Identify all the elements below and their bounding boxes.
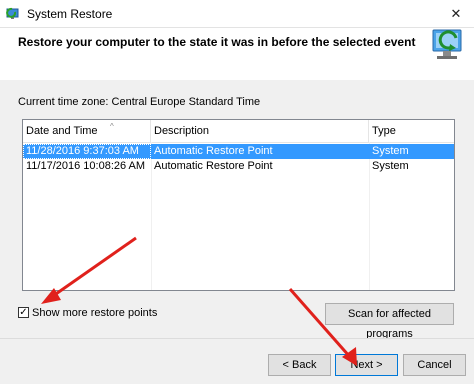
show-more-label[interactable]: Show more restore points xyxy=(32,305,157,321)
system-restore-icon xyxy=(6,7,19,19)
row-type: System xyxy=(372,145,409,157)
scan-affected-programs-button[interactable]: Scan for affected programs xyxy=(325,303,454,340)
row-type: System xyxy=(372,160,409,172)
column-header-type[interactable]: Type xyxy=(369,120,454,142)
restore-points-list[interactable]: Date and Time ^ Description Type 11/28/2… xyxy=(22,119,455,291)
table-row[interactable]: 11/17/2016 10:08:26 AM Automatic Restore… xyxy=(23,159,454,174)
column-header-date-label: Date and Time xyxy=(26,125,98,137)
next-button[interactable]: Next > xyxy=(335,354,398,376)
close-icon[interactable]: ✕ xyxy=(438,0,474,27)
page-heading: Restore your computer to the state it wa… xyxy=(18,35,416,49)
row-description: Automatic Restore Point xyxy=(154,160,273,172)
title-bar: System Restore ✕ xyxy=(0,0,474,28)
column-header-date[interactable]: Date and Time ^ xyxy=(23,120,151,142)
timezone-label: Current time zone: Central Europe Standa… xyxy=(18,96,261,108)
cancel-button[interactable]: Cancel xyxy=(403,354,466,376)
window-title: System Restore xyxy=(27,7,113,21)
sort-up-icon: ^ xyxy=(110,122,114,131)
table-row[interactable]: 11/28/2016 9:37:03 AM Automatic Restore … xyxy=(23,144,454,159)
column-header-description-label: Description xyxy=(154,125,210,137)
row-date: 11/28/2016 9:37:03 AM xyxy=(23,144,151,159)
row-date: 11/17/2016 10:08:26 AM xyxy=(26,160,146,172)
system-restore-large-icon xyxy=(432,29,462,59)
column-header-description[interactable]: Description xyxy=(151,120,369,142)
show-more-checkbox[interactable]: ✓ xyxy=(18,307,29,318)
column-header-type-label: Type xyxy=(372,125,396,137)
list-header: Date and Time ^ Description Type xyxy=(23,120,454,143)
back-button[interactable]: < Back xyxy=(268,354,331,376)
row-description: Automatic Restore Point xyxy=(154,145,273,157)
